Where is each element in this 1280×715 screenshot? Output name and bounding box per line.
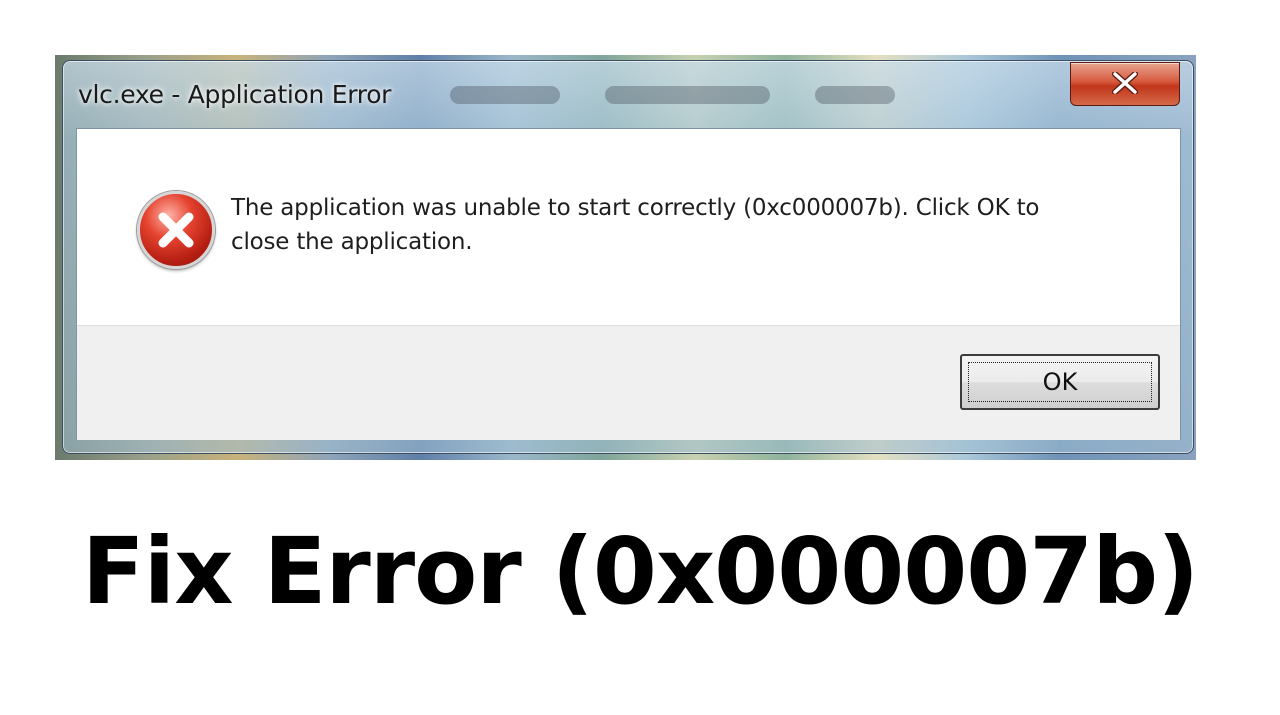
ok-button-label: OK: [1042, 368, 1078, 396]
dialog-client-area: The application was unable to start corr…: [76, 128, 1181, 440]
close-x-glyph: [1112, 72, 1138, 94]
blurred-title-artifact: [450, 86, 560, 104]
error-message: The application was unable to start corr…: [231, 191, 1131, 259]
button-bar: OK: [77, 325, 1180, 440]
screenshot-stage: vlc.exe - Application Error The applicat…: [0, 0, 1280, 715]
blurred-title-artifact: [815, 86, 895, 104]
error-icon: [137, 191, 215, 269]
dialog-title: vlc.exe - Application Error: [78, 80, 392, 109]
ok-button[interactable]: OK: [960, 354, 1160, 410]
close-button[interactable]: [1070, 62, 1180, 106]
error-x-glyph: [158, 212, 194, 248]
blurred-title-artifact: [605, 86, 770, 104]
error-message-line: The application was unable to start corr…: [231, 195, 1040, 221]
close-icon: [1071, 63, 1179, 103]
caption-heading: Fix Error (0x000007b): [81, 518, 1199, 625]
error-message-line: close the application.: [231, 229, 473, 255]
message-area: The application was unable to start corr…: [77, 129, 1180, 325]
